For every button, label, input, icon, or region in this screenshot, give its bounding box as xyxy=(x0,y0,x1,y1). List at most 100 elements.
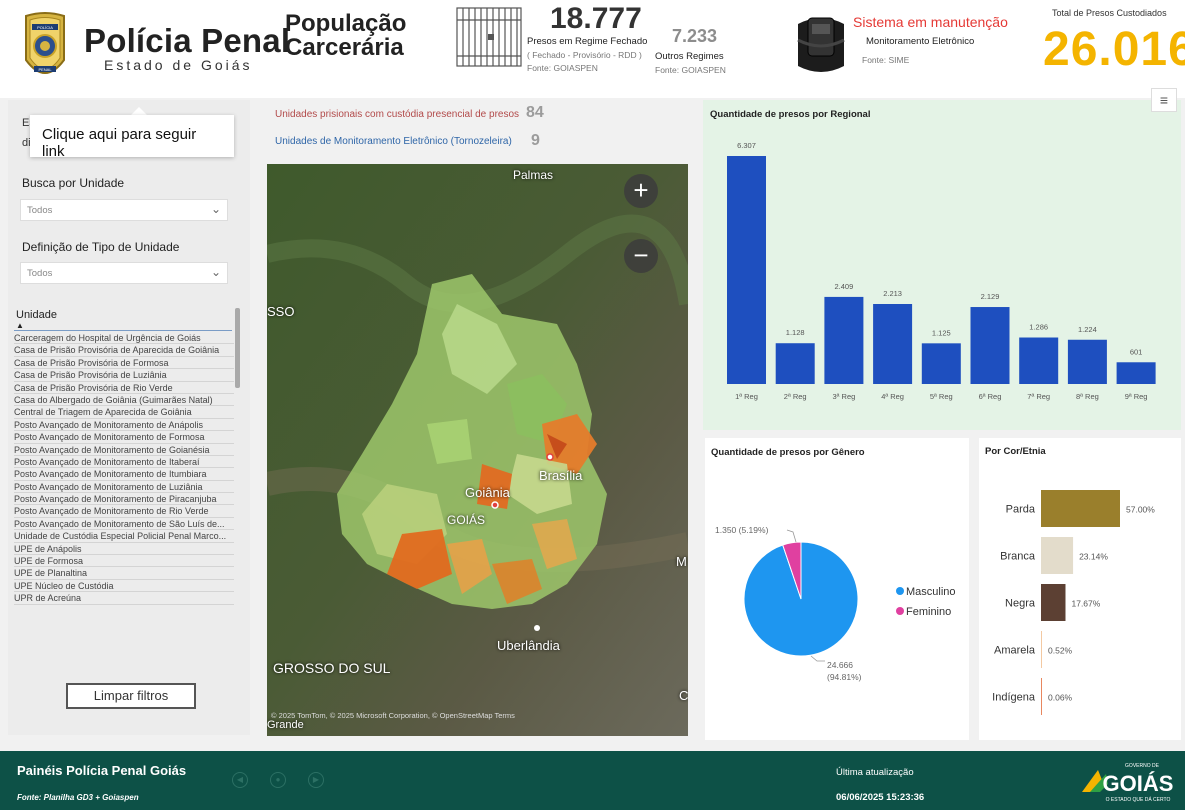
regional-bar-value: 2.213 xyxy=(883,289,902,298)
gender-leader-line xyxy=(786,529,797,543)
unit-type-dropdown[interactable]: Todos ⌄ xyxy=(20,262,228,284)
gender-value-label: 24.666 xyxy=(827,660,853,670)
unit-list-item[interactable]: Unidade de Custódia Especial Policial Pe… xyxy=(14,530,234,543)
custody-units-label: Unidades prisionais com custódia presenc… xyxy=(275,109,520,120)
gender-leader-line xyxy=(810,655,825,662)
closed-regime-source: Fonte: GOIASPEN xyxy=(527,63,598,73)
next-page-icon[interactable]: ▶ xyxy=(308,772,324,788)
unit-list-item[interactable]: Casa do Albergado de Goiânia (Guimarães … xyxy=(14,394,234,407)
map-label-left-edge: SSO xyxy=(267,304,295,319)
clear-filters-button[interactable]: Limpar filtros xyxy=(66,683,196,709)
gender-pie-chart: 24.666 1.350 (5.19%) (94.81%) Masculino Femi… xyxy=(715,525,956,682)
custody-units-count: 84 xyxy=(526,104,544,121)
regional-bar-value: 2.409 xyxy=(835,282,854,291)
footer-bar xyxy=(0,751,1185,810)
ethnicity-bar xyxy=(1041,631,1042,668)
monitoring-units-label: Unidades de Monitoramento Eletrônico (To… xyxy=(275,136,512,147)
ethnicity-bar xyxy=(1041,490,1120,527)
unit-list-item[interactable]: Posto Avançado de Monitoramento de Luziâ… xyxy=(14,481,234,494)
map-label-mato-grosso-do-sul: GROSSO DO SUL xyxy=(273,660,391,676)
unit-list: Carceragem do Hospital de Urgência de Go… xyxy=(14,332,234,605)
unit-list-item[interactable]: Posto Avançado de Monitoramento de Itumb… xyxy=(14,468,234,481)
ethnicity-bar xyxy=(1041,584,1066,621)
ethnicity-bar xyxy=(1041,678,1042,715)
unit-list-item[interactable]: UPE de Planaltina xyxy=(14,567,234,580)
gender-legend-marker xyxy=(896,607,904,615)
unit-list-item[interactable]: UPE de Anápolis xyxy=(14,543,234,556)
map-label-goiania: Goiânia xyxy=(465,485,510,500)
unit-list-item[interactable]: Posto Avançado de Monitoramento de Goian… xyxy=(14,444,234,456)
unit-list-item[interactable]: Casa de Prisão Provisória de Aparecida d… xyxy=(14,344,234,357)
regional-bar-value: 1.224 xyxy=(1078,325,1097,334)
zoom-out-button[interactable]: − xyxy=(624,239,658,273)
population-title: População Carcerária xyxy=(285,10,407,61)
svg-text:POLÍCIA: POLÍCIA xyxy=(37,25,53,30)
unit-list-item[interactable]: Posto Avançado de Monitoramento de Itabe… xyxy=(14,456,234,469)
map-view[interactable]: Palmas Brasília Goiânia GOIÁS Uberlândia… xyxy=(267,164,688,736)
unit-list-item[interactable]: Posto Avançado de Monitoramento de Anápo… xyxy=(14,419,234,432)
police-badge-logo: POLÍCIA PENAL xyxy=(25,12,65,74)
regional-bar-value: 1.128 xyxy=(786,328,805,337)
regional-category-label: 5ª Reg xyxy=(930,392,953,401)
search-unit-dropdown[interactable]: Todos ⌄ xyxy=(20,199,228,221)
unit-list-item[interactable]: Posto Avançado de Monitoramento de Formo… xyxy=(14,431,234,444)
other-regimes-source: Fonte: GOIASPEN xyxy=(655,65,726,75)
unit-list-item[interactable]: Posto Avançado de Monitoramento de Pirac… xyxy=(14,493,234,506)
regional-bar-value: 1.286 xyxy=(1029,323,1048,332)
regional-category-label: 7ª Reg xyxy=(1027,392,1050,401)
unit-list-item[interactable]: Casa de Prisão Provisória de Rio Verde xyxy=(14,382,234,394)
last-updated-value: 06/06/2025 15:23:36 xyxy=(836,792,925,803)
map-label-uberlandia: Uberlândia xyxy=(497,638,560,653)
home-icon[interactable]: ● xyxy=(270,772,286,788)
unit-list-item[interactable]: UPE de Formosa xyxy=(14,555,234,568)
chevron-down-icon: ⌄ xyxy=(210,202,221,216)
brand-subtitle: Estado de Goiás xyxy=(104,57,253,73)
search-unit-label: Busca por Unidade xyxy=(22,176,125,190)
gender-percent-label: (94.81%) xyxy=(827,672,862,682)
gender-chart-panel: Quantidade de presos por Gênero 24.666 1.… xyxy=(705,438,969,740)
map-label-right-edge-c: C xyxy=(679,688,688,703)
ethnicity-category-label: Negra xyxy=(1005,598,1036,610)
map-label-palmas: Palmas xyxy=(513,168,554,182)
uberlandia-marker xyxy=(534,625,540,631)
ethnicity-chart-panel: Por Cor/Etnia Parda 57.00% Branca 23.14% Neg… xyxy=(979,438,1181,740)
unit-list-item[interactable]: Casa de Prisão Provisória de Luziânia xyxy=(14,369,234,382)
prison-bars-icon xyxy=(456,7,522,67)
unit-list-item[interactable]: Posto Avançado de Monitoramento de São L… xyxy=(14,518,234,531)
prev-page-icon[interactable]: ◀ xyxy=(232,772,248,788)
regional-category-label: 1ª Reg xyxy=(735,392,758,401)
sort-ascending-icon[interactable]: ▲ xyxy=(16,321,24,330)
svg-text:O ESTADO QUE DÁ CERTO: O ESTADO QUE DÁ CERTO xyxy=(1106,796,1171,803)
unit-header-divider xyxy=(14,330,232,331)
unit-list-item[interactable]: Posto Avançado de Monitoramento de Rio V… xyxy=(14,505,234,518)
search-unit-value: Todos xyxy=(27,205,53,216)
monitoring-source: Fonte: SIME xyxy=(862,55,910,65)
unit-column-header[interactable]: Unidade xyxy=(16,309,57,321)
gender-legend-label: Feminino xyxy=(906,606,951,618)
ethnicity-bar xyxy=(1041,537,1074,574)
ethnicity-value-label: 17.67% xyxy=(1071,599,1100,609)
footer-title: Painéis Polícia Penal Goiás xyxy=(17,763,187,778)
monitoring-label: Monitoramento Eletrônico xyxy=(866,36,975,47)
footer-source: Fonte: Planilha GD3 + Goiaspen xyxy=(17,793,139,802)
link-tooltip: Clique aqui para seguir link xyxy=(30,115,234,160)
unit-list-item[interactable]: UPR de Acreúna xyxy=(14,592,234,605)
regional-bar-chart: 6.307 1ª Reg 1.128 2ª Reg 2.409 3ª Reg 2.213 4ª… xyxy=(727,141,1156,401)
unit-list-scrollbar[interactable] xyxy=(235,308,240,388)
unit-list-item[interactable]: Central de Triagem de Aparecida de Goiân… xyxy=(14,406,234,419)
zoom-in-button[interactable]: + xyxy=(624,174,658,208)
svg-text:GOVERNO DE: GOVERNO DE xyxy=(1125,763,1160,769)
ethnicity-value-label: 0.06% xyxy=(1048,693,1073,703)
unit-list-item[interactable]: UPE Núcleo de Custódia xyxy=(14,580,234,593)
regional-category-label: 8ª Reg xyxy=(1076,392,1099,401)
unit-type-label: Definição de Tipo de Unidade xyxy=(22,240,180,254)
filter-menu-icon[interactable]: ≡ xyxy=(1151,88,1177,112)
unit-list-item[interactable]: Carceragem do Hospital de Urgência de Go… xyxy=(14,332,234,345)
map-attribution[interactable]: © 2025 TomTom, © 2025 Microsoft Corporat… xyxy=(271,711,515,720)
total-label: Total de Presos Custodiados xyxy=(1052,8,1167,18)
regional-bar-value: 601 xyxy=(1130,347,1143,356)
regional-category-label: 3ª Reg xyxy=(833,392,856,401)
unit-list-item[interactable]: Casa de Prisão Provisória de Formosa xyxy=(14,357,234,370)
other-regimes-label: Outros Regimes xyxy=(655,51,724,62)
svg-text:GOIÁS: GOIÁS xyxy=(1103,771,1174,796)
